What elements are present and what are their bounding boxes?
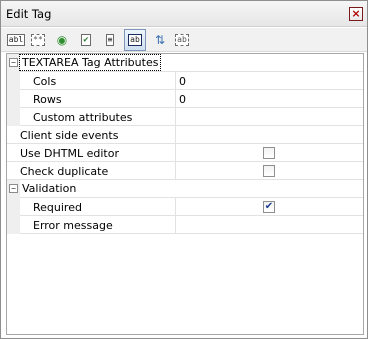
group-row-validation[interactable]: − Validation: [7, 180, 363, 198]
column-divider: [175, 216, 176, 234]
group-row-textarea-attributes[interactable]: − TEXTAREA Tag Attributes: [7, 54, 363, 72]
select-list-button[interactable]: ≡: [101, 31, 119, 49]
property-label: Check duplicate: [20, 165, 109, 178]
property-label: Rows: [33, 93, 62, 106]
radio-button-button[interactable]: ◉: [53, 31, 71, 49]
textarea-icon: ab: [128, 34, 142, 46]
property-label: Custom attributes: [33, 111, 133, 124]
row-gutter: −: [7, 54, 20, 72]
label-button[interactable]: ab: [173, 31, 191, 49]
property-value[interactable]: 0: [179, 75, 186, 88]
property-label: Required: [33, 201, 82, 214]
collapse-icon[interactable]: −: [9, 184, 18, 193]
column-divider: [175, 144, 176, 162]
property-row-rows[interactable]: Rows 0: [7, 90, 363, 108]
edit-tag-window: Edit Tag × abl ** ◉ ✔ ≡ ab ⇅ ab − TEXTAR…: [0, 0, 368, 339]
collapse-icon[interactable]: −: [9, 58, 18, 67]
property-row-required[interactable]: Required ✔: [7, 198, 363, 216]
column-divider: [175, 126, 176, 144]
required-checkbox[interactable]: ✔: [263, 201, 275, 213]
property-value[interactable]: 0: [179, 93, 186, 106]
textarea-button[interactable]: ab: [124, 29, 146, 51]
property-row-check-duplicate[interactable]: Check duplicate: [7, 162, 363, 180]
property-label: Client side events: [20, 129, 119, 142]
select-list-icon: ≡: [105, 34, 115, 46]
row-gutter: [7, 198, 20, 216]
column-divider: [175, 108, 176, 126]
textbox-icon: abl: [6, 34, 26, 46]
checkbox-icon: ✔: [81, 34, 91, 46]
row-gutter: −: [7, 180, 20, 198]
column-divider: [175, 72, 176, 90]
row-gutter: [7, 108, 20, 126]
property-label: Error message: [33, 219, 113, 232]
property-grid: − TEXTAREA Tag Attributes Cols 0 Rows 0 …: [6, 53, 364, 335]
property-row-custom-attributes[interactable]: Custom attributes: [7, 108, 363, 126]
password-field-icon: **: [31, 34, 45, 46]
row-gutter: [7, 216, 20, 234]
label-icon: ab: [175, 34, 189, 46]
hidden-field-button[interactable]: ⇅: [151, 31, 169, 49]
radio-button-icon: ◉: [56, 33, 68, 47]
hidden-field-icon: ⇅: [154, 33, 166, 47]
check-duplicate-checkbox[interactable]: [263, 165, 275, 177]
column-divider: [175, 198, 176, 216]
property-row-client-side-events[interactable]: Client side events: [7, 126, 363, 144]
checkbox-button[interactable]: ✔: [77, 31, 95, 49]
column-divider: [175, 90, 176, 108]
textbox-button[interactable]: abl: [6, 31, 26, 49]
property-row-cols[interactable]: Cols 0: [7, 72, 363, 90]
property-row-use-dhtml-editor[interactable]: Use DHTML editor: [7, 144, 363, 162]
title-bar: Edit Tag ×: [1, 1, 367, 27]
group-label: TEXTAREA Tag Attributes: [18, 54, 162, 71]
property-row-error-message[interactable]: Error message: [7, 216, 363, 234]
toolbar: abl ** ◉ ✔ ≡ ab ⇅ ab: [1, 28, 367, 52]
group-label: Validation: [22, 182, 77, 195]
password-field-button[interactable]: **: [29, 31, 47, 49]
row-gutter: [7, 90, 20, 108]
window-title: Edit Tag: [6, 7, 52, 21]
use-dhtml-editor-checkbox[interactable]: [263, 147, 275, 159]
property-label: Use DHTML editor: [20, 147, 119, 160]
row-gutter: [7, 72, 20, 90]
close-button[interactable]: ×: [349, 7, 363, 21]
property-label: Cols: [33, 75, 57, 88]
column-divider: [175, 162, 176, 180]
